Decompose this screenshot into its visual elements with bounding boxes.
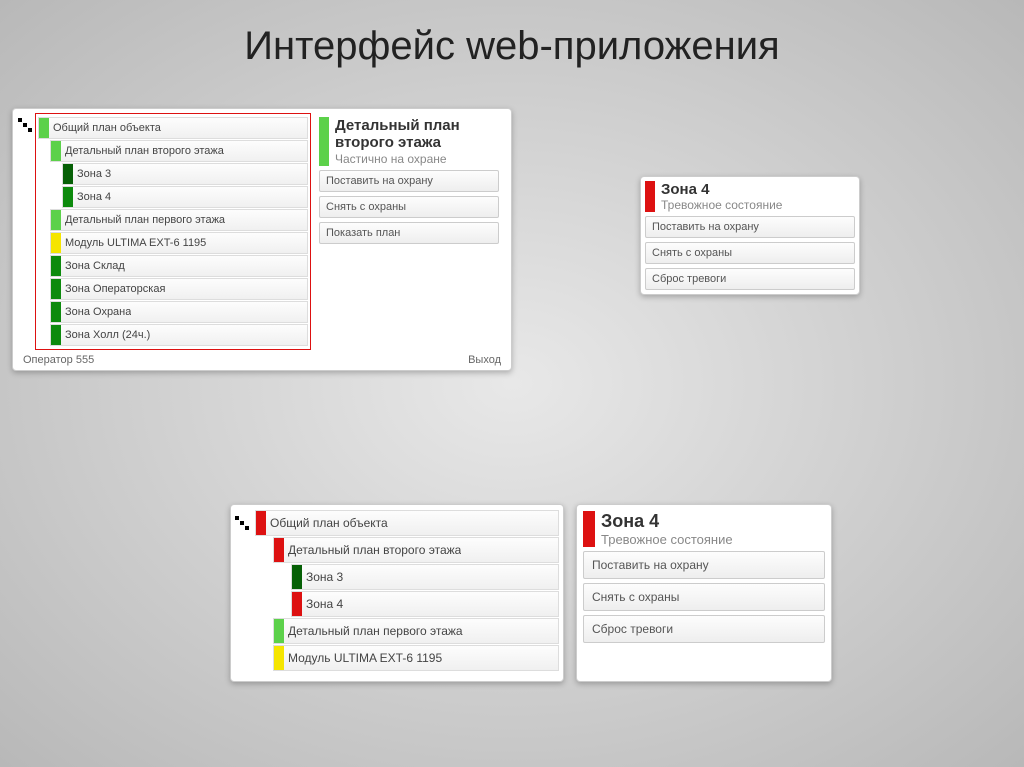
tree-item-label: Зона Операторская xyxy=(61,279,165,299)
status-stripe xyxy=(583,511,595,547)
operator-label: Оператор 555 xyxy=(23,354,94,366)
action-disarm[interactable]: Снять с охраны xyxy=(319,196,499,218)
tree-item[interactable]: Детальный план второго этажа xyxy=(50,140,308,162)
status-stripe xyxy=(274,619,284,643)
tree-item[interactable]: Зона 3 xyxy=(291,564,559,590)
status-stripe xyxy=(51,302,61,322)
tree-item[interactable]: Детальный план второго этажа xyxy=(273,537,559,563)
tree-item-label: Зона 3 xyxy=(302,565,343,589)
zone-header: Зона 4 Тревожное состояние xyxy=(645,181,855,212)
status-stripe xyxy=(51,233,61,253)
tree-item-label: Детальный план первого этажа xyxy=(284,619,463,643)
tree-item[interactable]: Детальный план первого этажа xyxy=(50,209,308,231)
status-stripe xyxy=(51,210,61,230)
tree-item-label: Общий план объекта xyxy=(266,511,388,535)
status-stripe xyxy=(51,141,61,161)
status-stripe xyxy=(319,117,329,166)
status-stripe xyxy=(256,511,266,535)
exit-link[interactable]: Выход xyxy=(468,354,501,366)
tree-item[interactable]: Зона 4 xyxy=(62,186,308,208)
zone-status: Тревожное состояние xyxy=(601,532,733,547)
tree-item-label: Зона Холл (24ч.) xyxy=(61,325,150,345)
tree-item[interactable]: Детальный план первого этажа xyxy=(273,618,559,644)
action-show-plan[interactable]: Показать план xyxy=(319,222,499,244)
tree-item[interactable]: Общий план объекта xyxy=(38,117,308,139)
panel-zone-card: Зона 4 Тревожное состояние Поставить на … xyxy=(640,176,860,295)
tree-item-label: Зона Склад xyxy=(61,256,125,276)
tree-item-label: Зона 4 xyxy=(302,592,343,616)
tree-item[interactable]: Модуль ULTIMA EXT-6 1195 xyxy=(50,232,308,254)
status-stripe xyxy=(292,592,302,616)
tree-item-label: Детальный план первого этажа xyxy=(61,210,225,230)
action-disarm[interactable]: Снять с охраны xyxy=(583,583,825,611)
tree-item-label: Детальный план второго этажа xyxy=(284,538,461,562)
tree-item-label: Модуль ULTIMA EXT-6 1195 xyxy=(61,233,206,253)
tree-collapse-icon[interactable] xyxy=(233,514,249,530)
panel-app-main: Общий план объекта Детальный план второго… xyxy=(12,108,512,371)
tree-item[interactable]: Зона 3 xyxy=(62,163,308,185)
tree-item-label: Зона Охрана xyxy=(61,302,131,322)
detail-pane: Детальный план второго этажа Частично на… xyxy=(311,113,507,350)
zone-title: Зона 4 xyxy=(661,181,782,198)
tree-pane: Общий план объекта Детальный план второго… xyxy=(35,113,311,350)
tree-item[interactable]: Зона 4 xyxy=(291,591,559,617)
action-arm[interactable]: Поставить на охрану xyxy=(319,170,499,192)
action-arm[interactable]: Поставить на охрану xyxy=(645,216,855,238)
tree-item-label: Зона 3 xyxy=(73,164,111,184)
zone-status: Тревожное состояние xyxy=(661,198,782,212)
tree-item-label: Зона 4 xyxy=(73,187,111,207)
slide-title: Интерфейс web-приложения xyxy=(0,0,1024,69)
status-stripe xyxy=(274,538,284,562)
detail-title: Детальный план второго этажа xyxy=(335,117,460,152)
status-stripe xyxy=(274,646,284,670)
tree-item[interactable]: Зона Холл (24ч.) xyxy=(50,324,308,346)
action-reset-alarm[interactable]: Сброс тревоги xyxy=(583,615,825,643)
status-stripe xyxy=(63,187,73,207)
action-reset-alarm[interactable]: Сброс тревоги xyxy=(645,268,855,290)
tree-collapse-icon[interactable] xyxy=(16,116,32,132)
status-bar: Оператор 555 Выход xyxy=(17,350,507,366)
status-stripe xyxy=(51,325,61,345)
zone-title: Зона 4 xyxy=(601,511,733,532)
action-disarm[interactable]: Снять с охраны xyxy=(645,242,855,264)
detail-status: Частично на охране xyxy=(335,152,460,166)
tree-item-label: Модуль ULTIMA EXT-6 1195 xyxy=(284,646,442,670)
tree-item[interactable]: Зона Охрана xyxy=(50,301,308,323)
action-arm[interactable]: Поставить на охрану xyxy=(583,551,825,579)
zone-header: Зона 4 Тревожное состояние xyxy=(583,511,825,547)
panel-zone-card-large: Зона 4 Тревожное состояние Поставить на … xyxy=(576,504,832,682)
tree-item-label: Общий план объекта xyxy=(49,118,161,138)
status-stripe xyxy=(39,118,49,138)
tree-item-label: Детальный план второго этажа xyxy=(61,141,224,161)
panel-tree-alt: Общий план объекта Детальный план второго… xyxy=(230,504,564,682)
tree-item[interactable]: Зона Склад xyxy=(50,255,308,277)
status-stripe xyxy=(292,565,302,589)
tree-item[interactable]: Зона Операторская xyxy=(50,278,308,300)
status-stripe xyxy=(51,279,61,299)
tree-item[interactable]: Модуль ULTIMA EXT-6 1195 xyxy=(273,645,559,671)
status-stripe xyxy=(645,181,655,212)
detail-header: Детальный план второго этажа Частично на… xyxy=(319,117,499,166)
status-stripe xyxy=(51,256,61,276)
status-stripe xyxy=(63,164,73,184)
tree-item[interactable]: Общий план объекта xyxy=(255,510,559,536)
